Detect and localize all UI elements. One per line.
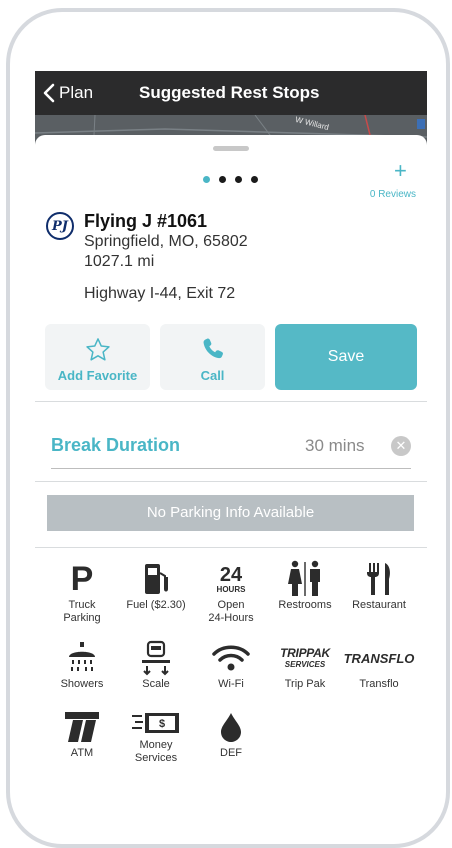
amenity-def: DEF	[196, 707, 266, 760]
shower-icon	[69, 642, 95, 671]
page-title: Suggested Rest Stops	[139, 83, 320, 102]
wifi-icon	[212, 645, 250, 671]
parking-status-banner: No Parking Info Available	[47, 495, 414, 531]
amenity-open-24-hours: 24 HOURS Open 24-Hours	[196, 559, 266, 625]
amenity-label: DEF	[220, 747, 242, 759]
add-favorite-label: Add Favorite	[57, 368, 138, 383]
divider	[35, 547, 427, 548]
transflo-icon: TRANSFLO	[343, 650, 415, 666]
stop-name: Flying J #1061	[84, 211, 208, 231]
amenity-label: Restaurant	[352, 599, 406, 611]
amenity-label: Showers	[60, 678, 104, 690]
drag-handle[interactable]	[213, 146, 249, 151]
amenity-scale: Scale	[121, 638, 191, 691]
amenity-trip-pak: TRIPPAK SERVICES Trip Pak	[270, 638, 340, 691]
page-indicator	[203, 176, 258, 183]
call-label: Call	[200, 368, 225, 383]
amenity-label: Trip Pak	[284, 678, 326, 690]
clear-break-button[interactable]: ✕	[391, 436, 411, 456]
add-favorite-button[interactable]: Add Favorite	[45, 324, 150, 390]
amenity-label: Transflo	[359, 678, 399, 690]
svg-text:$: $	[159, 718, 165, 730]
star-icon	[85, 338, 110, 361]
save-label: Save	[327, 348, 365, 365]
reviews-link[interactable]: 0 Reviews	[370, 189, 416, 200]
fuel-icon	[145, 564, 168, 594]
back-button[interactable]: Plan	[43, 71, 93, 115]
restroom-icon	[288, 560, 320, 596]
scale-icon	[142, 640, 170, 676]
amenity-restaurant: Restaurant	[344, 559, 414, 612]
amenity-label: Open 24-Hours	[208, 599, 254, 624]
trip-pak-icon: TRIPPAK SERVICES	[280, 646, 330, 670]
amenity-label: Restrooms	[278, 599, 332, 611]
amenity-label: Wi-Fi	[218, 678, 244, 690]
atm-icon	[65, 712, 99, 742]
amenity-label: Truck Parking	[63, 599, 101, 624]
page-dot[interactable]	[235, 176, 242, 183]
amenity-label: Money Services	[134, 739, 178, 764]
stop-address: Springfield, MO, 65802	[84, 233, 248, 250]
money-icon: $	[132, 713, 179, 733]
page-dot[interactable]	[219, 176, 226, 183]
back-label: Plan	[59, 83, 94, 102]
restaurant-icon	[367, 563, 390, 595]
break-duration-label: Break Duration	[51, 435, 181, 455]
amenity-fuel: Fuel ($2.30)	[121, 559, 191, 612]
amenity-label: ATM	[70, 747, 94, 759]
stop-highway: Highway I-44, Exit 72	[84, 285, 236, 302]
break-duration-underline	[51, 468, 411, 469]
chevron-left-icon	[43, 83, 55, 103]
divider	[35, 401, 427, 402]
amenity-transflo: TRANSFLO Transflo	[343, 638, 415, 691]
amenity-restrooms: Restrooms	[270, 559, 340, 612]
amenity-truck-parking: P Truck Parking	[47, 559, 117, 625]
parking-icon: P	[70, 559, 94, 598]
amenity-showers: Showers	[47, 638, 117, 691]
navigation-bar: Plan Suggested Rest Stops	[35, 71, 427, 115]
amenity-money-services: $ Money Services	[121, 707, 191, 765]
break-duration-value[interactable]: 30 mins	[305, 436, 365, 456]
call-button[interactable]: Call	[160, 324, 265, 390]
page-dot-active[interactable]	[203, 176, 210, 183]
save-button[interactable]: Save	[275, 324, 417, 390]
amenity-atm: ATM	[47, 707, 117, 760]
phone-icon	[203, 338, 223, 359]
24-hours-icon: 24 HOURS	[216, 563, 246, 594]
rest-stop-sheet: + 0 Reviews PJ Flying J #1061 Springfiel…	[35, 135, 427, 808]
add-review-button[interactable]: +	[394, 159, 407, 183]
amenity-label: Fuel ($2.30)	[126, 599, 186, 611]
app-screen: Plan Suggested Rest Stops W Willard + 0 …	[35, 71, 427, 808]
divider	[35, 481, 427, 482]
def-drop-icon	[221, 713, 241, 742]
amenity-label: Scale	[142, 678, 170, 690]
amenity-wifi: Wi-Fi	[196, 638, 266, 691]
stop-distance: 1027.1 mi	[84, 253, 155, 270]
page-dot[interactable]	[251, 176, 258, 183]
flying-j-logo: PJ	[46, 212, 74, 240]
